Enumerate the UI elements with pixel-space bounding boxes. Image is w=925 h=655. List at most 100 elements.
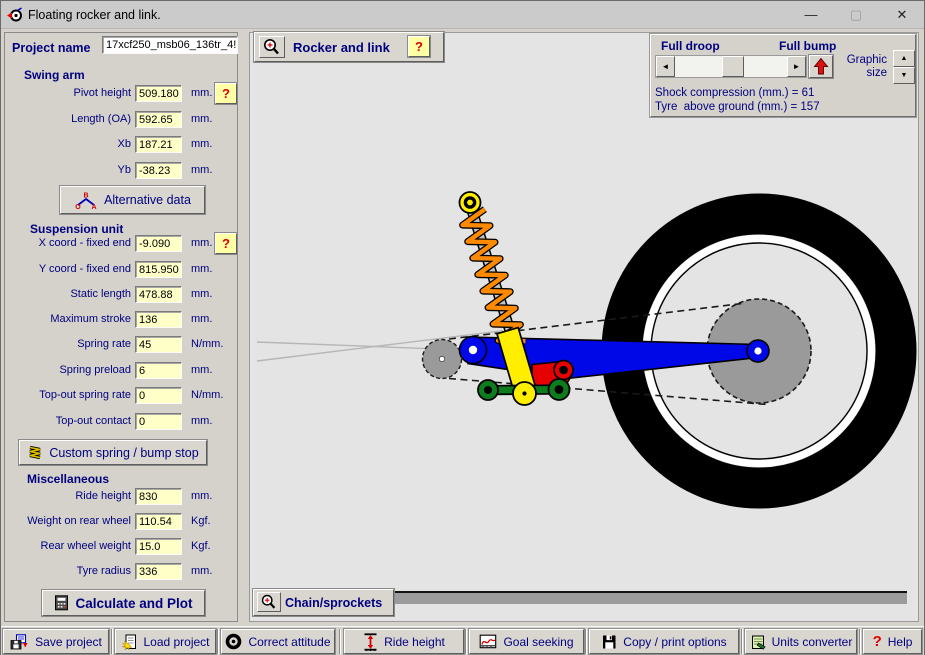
chain-zoom-button[interactable] (257, 592, 281, 612)
field-label: Rear wheel weight (40, 540, 132, 552)
graphic-size-spinner[interactable]: ▲ ▼ (893, 50, 915, 84)
swing-arm-title: Swing arm (24, 68, 85, 82)
full-droop-label: Full droop (661, 39, 720, 53)
rear-wheel-weight-input[interactable] (135, 538, 182, 555)
suspension-title: Suspension unit (30, 222, 124, 236)
maximize-button[interactable]: ▢ (839, 1, 873, 28)
floppy-disk-icon (603, 635, 616, 648)
y-fixed-end-input[interactable] (135, 261, 182, 278)
minimize-button[interactable]: — (794, 1, 828, 28)
ground-band (394, 593, 907, 604)
pivot-height-input[interactable] (135, 85, 182, 102)
field-label: Spring rate (77, 338, 131, 350)
graphic-size-label: Graphic size (846, 54, 887, 79)
tyre-radius-input[interactable] (135, 563, 182, 580)
scrollbar-thumb[interactable] (722, 56, 744, 77)
load-project-label: Load project (143, 634, 210, 649)
field-unit: mm. (191, 237, 213, 249)
swing-arm-help-button[interactable]: ? (215, 83, 237, 104)
field-unit: N/mm. (191, 389, 224, 401)
field-unit: mm. (191, 313, 213, 325)
custom-spring-button[interactable]: Custom spring / bump stop (19, 440, 207, 465)
save-icon (10, 633, 28, 649)
field-unit: mm. (191, 565, 213, 577)
spring-preload-input[interactable] (135, 362, 182, 379)
correct-attitude-button[interactable]: Correct attitude (221, 629, 335, 654)
graphic-help-button[interactable]: ? (408, 36, 430, 57)
bump-arrow-button[interactable] (809, 55, 833, 78)
field-row: Weight on rear wheel Kgf. (7, 513, 237, 531)
window-title: Floating rocker and link. (28, 8, 161, 22)
field-unit: mm. (191, 113, 213, 125)
chain-sprockets-button[interactable]: Chain/sprockets (253, 589, 394, 616)
scroll-left-button[interactable]: ◄ (656, 56, 675, 77)
calculate-plot-button[interactable]: Calculate and Plot (42, 590, 205, 616)
topout-spring-rate-input[interactable] (135, 387, 182, 404)
scroll-right-button[interactable]: ► (787, 56, 806, 77)
field-row: Y coord - fixed end mm. (7, 261, 237, 279)
copy-print-options-button[interactable]: Copy / print options (589, 629, 739, 654)
units-converter-button[interactable]: Units converter (745, 629, 857, 654)
alternative-data-label: Alternative data (104, 193, 191, 207)
goal-seeking-button[interactable]: Goal seeking (469, 629, 584, 654)
xb-input[interactable] (135, 136, 182, 153)
save-project-button[interactable]: Save project (3, 629, 109, 654)
toolbar-separator (859, 629, 861, 654)
save-project-label: Save project (35, 634, 102, 649)
field-row: Spring preload mm. (7, 362, 237, 380)
maximum-stroke-input[interactable] (135, 311, 182, 328)
field-label: Weight on rear wheel (27, 515, 131, 527)
spinner-down-button[interactable]: ▼ (893, 67, 915, 84)
tyre-above-ground-readout: Tyre above ground (mm.) = 157 (655, 101, 820, 113)
topout-contact-input[interactable] (135, 413, 182, 430)
field-label: X coord - fixed end (38, 237, 131, 249)
field-row: Ride height mm. (7, 488, 237, 506)
load-icon (122, 634, 137, 650)
field-unit: mm. (191, 490, 213, 502)
field-label: Tyre radius (76, 565, 131, 577)
suspension-help-button[interactable]: ? (215, 233, 237, 254)
toolbar-separator (111, 629, 113, 654)
toolbar-separator (465, 629, 467, 654)
chart-icon (480, 634, 497, 648)
field-row: Top-out contact mm. (7, 413, 237, 431)
calculator-icon (55, 595, 69, 611)
load-project-button[interactable]: Load project (115, 629, 216, 654)
ride-height-button[interactable]: Ride height (344, 629, 464, 654)
field-label: Top-out spring rate (39, 389, 131, 401)
static-length-input[interactable] (135, 286, 182, 303)
toolbar-separator (217, 629, 219, 654)
field-label: Ride height (75, 490, 131, 502)
x-fixed-end-input[interactable] (135, 235, 182, 252)
field-row: Length (OA) mm. (7, 111, 237, 129)
length-oa-input[interactable] (135, 111, 182, 128)
project-name-input[interactable] (102, 36, 238, 54)
help-button[interactable]: ? Help (863, 629, 922, 654)
spinner-up-button[interactable]: ▲ (893, 50, 915, 67)
ride-height-input[interactable] (135, 488, 182, 505)
field-row: Xb mm. (7, 136, 237, 154)
full-bump-label: Full bump (779, 39, 837, 53)
weight-rear-wheel-input[interactable] (135, 513, 182, 530)
toolbar-separator (585, 629, 587, 654)
field-unit: mm. (191, 415, 213, 427)
close-button[interactable]: ✕ (885, 1, 919, 28)
svg-text:A: A (92, 204, 97, 209)
correct-attitude-label: Correct attitude (248, 634, 331, 649)
travel-scrollbar[interactable]: ◄ ► (655, 55, 807, 78)
bottom-toolbar: Save project Load project Correct attitu… (1, 626, 924, 655)
spring-rate-input[interactable] (135, 336, 182, 353)
ride-height-label: Ride height (384, 634, 445, 649)
yb-input[interactable] (135, 162, 182, 179)
help-label: Help (887, 634, 913, 649)
toolbar-separator (741, 629, 743, 654)
spring-icon (29, 445, 41, 459)
goal-seeking-label: Goal seeking (503, 634, 574, 649)
help-icon: ? (872, 633, 882, 650)
zoom-view-button[interactable] (259, 36, 285, 58)
alternative-data-button[interactable]: B O A Alternative data (60, 186, 205, 214)
sidebar: Project name Swing arm Pivot height mm. … (4, 32, 238, 622)
toolbar-separator (339, 629, 341, 654)
shock-compression-readout: Shock compression (mm.) = 61 (655, 87, 815, 99)
field-unit: Kgf. (191, 540, 211, 552)
